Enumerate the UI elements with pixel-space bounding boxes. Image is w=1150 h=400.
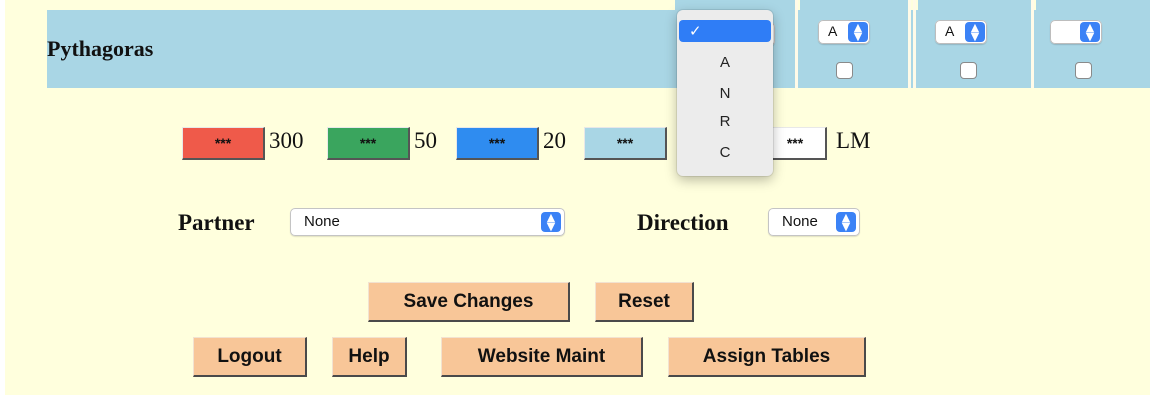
column-header-strip (918, 0, 1031, 10)
red-legend-value: 300 (269, 128, 304, 153)
player-name: Pythagoras (47, 36, 154, 61)
direction-value: None (782, 213, 818, 230)
column-header-strip (800, 0, 908, 10)
column-header-strip (675, 0, 795, 10)
column-divider (913, 0, 916, 88)
column-1-dropdown-menu: ✓ A N R C (677, 10, 773, 176)
column-3-value: A (945, 23, 955, 39)
column-header-strip (1036, 0, 1150, 10)
website-maint-button[interactable]: Website Maint (441, 337, 643, 377)
reset-button[interactable]: Reset (595, 282, 694, 322)
column-divider (908, 0, 911, 88)
column-3-select[interactable]: A ▲ ▼ (935, 20, 987, 44)
chevron-updown-icon: ▲▼ (1080, 22, 1100, 42)
save-changes-button[interactable]: Save Changes (368, 282, 570, 322)
column-3-checkbox[interactable] (960, 62, 977, 79)
column-2-value: A (828, 23, 838, 39)
direction-label: Direction (637, 210, 729, 235)
white-legend-value: LM (836, 128, 871, 153)
dropdown-option-r[interactable]: R (677, 111, 773, 133)
green-legend-button[interactable]: *** (327, 127, 410, 160)
blue-legend-button[interactable]: *** (456, 127, 539, 160)
chevron-updown-icon: ▲▼ (836, 212, 856, 232)
blue-legend-value: 20 (543, 128, 566, 153)
column-2-select[interactable]: A ▲ ▼ (818, 20, 870, 44)
white-legend-button[interactable]: *** (765, 127, 827, 160)
logout-button[interactable]: Logout (193, 337, 307, 377)
chevron-updown-icon: ▲▼ (965, 22, 985, 42)
dropdown-option-n[interactable]: N (677, 83, 773, 105)
partner-value: None (304, 213, 340, 230)
assign-tables-button[interactable]: Assign Tables (668, 337, 866, 377)
direction-select[interactable]: None ▲ ▼ (768, 208, 860, 236)
column-divider (1031, 0, 1034, 88)
column-4-select[interactable]: ▲ ▼ (1050, 20, 1102, 44)
column-divider (795, 0, 798, 88)
light-blue-legend-button[interactable]: *** (584, 127, 667, 160)
dropdown-option-selected[interactable]: ✓ (679, 20, 771, 42)
chevron-updown-icon: ▲▼ (541, 212, 561, 232)
column-2-checkbox[interactable] (836, 62, 853, 79)
page: Pythagoras ▲▼ A ▲▼ A ▲▼ ▲▼ ✓ A N R C ***… (5, 0, 1150, 395)
help-button[interactable]: Help (332, 337, 407, 377)
partner-select[interactable]: None ▲ ▼ (290, 208, 565, 236)
column-4-checkbox[interactable] (1075, 62, 1092, 79)
chevron-updown-icon: ▲▼ (848, 22, 868, 42)
red-legend-button[interactable]: *** (182, 127, 265, 160)
partner-label: Partner (178, 210, 255, 235)
green-legend-value: 50 (414, 128, 437, 153)
checkmark-icon: ✓ (689, 22, 702, 40)
dropdown-option-a[interactable]: A (677, 52, 773, 74)
dropdown-option-c[interactable]: C (677, 142, 773, 164)
